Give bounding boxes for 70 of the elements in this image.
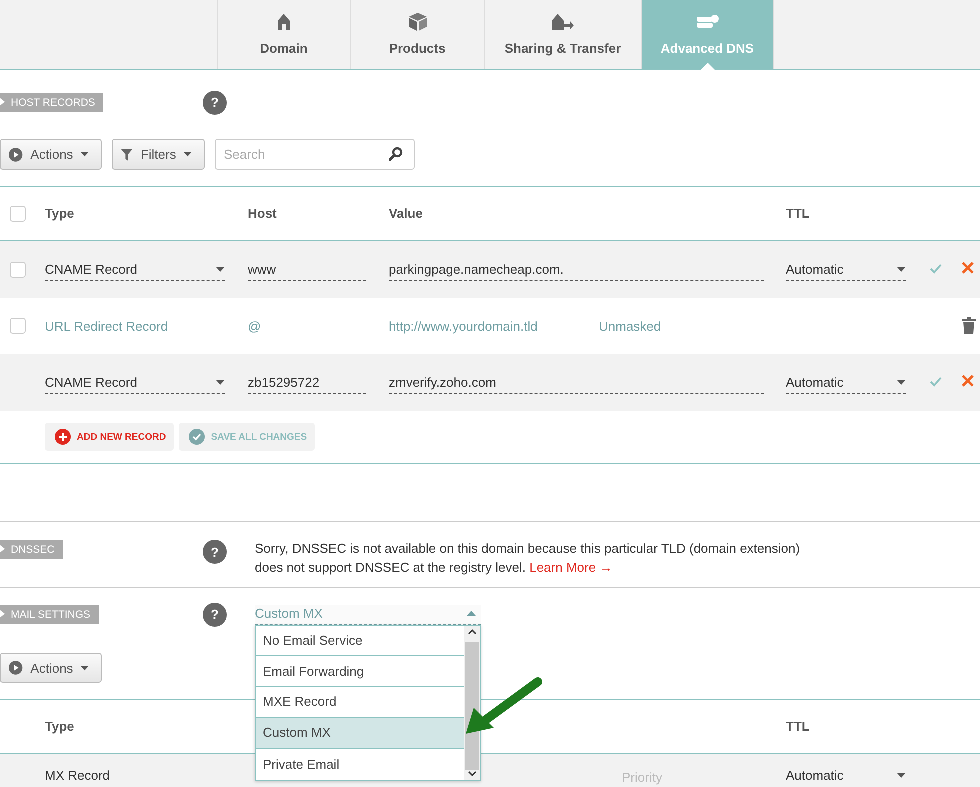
column-header: Type <box>45 206 76 221</box>
check-icon[interactable] <box>930 264 942 274</box>
add-record-button[interactable]: ADD NEW RECORD <box>45 423 174 451</box>
section-label: DNSSEC <box>0 540 63 559</box>
redirect-mode: Unmasked <box>599 318 662 334</box>
learn-more-link[interactable]: Learn More → <box>530 560 613 575</box>
tab[interactable]: Products <box>350 0 484 69</box>
caret-icon <box>184 152 192 157</box>
host-field[interactable]: zb15295722 <box>248 375 366 394</box>
dropdown-option[interactable]: Custom MX <box>256 718 464 749</box>
ttl-dropdown[interactable]: Automatic <box>786 262 906 281</box>
scroll-up-icon[interactable] <box>468 628 476 634</box>
caret-icon <box>216 267 225 272</box>
host-field[interactable]: www <box>248 262 366 281</box>
dropdown-option[interactable]: MXE Record <box>256 687 464 718</box>
check-circle-icon <box>189 429 206 445</box>
dropdown-option[interactable]: No Email Service <box>256 626 464 656</box>
check-icon[interactable] <box>930 377 942 387</box>
caret-icon <box>216 380 225 385</box>
box-icon <box>408 12 428 32</box>
column-header: Host <box>248 206 278 221</box>
server-icon <box>696 14 720 30</box>
checkbox[interactable] <box>10 262 26 278</box>
record-value: http://www.yourdomain.tld <box>389 318 539 334</box>
record-type: URL Redirect Record <box>45 318 170 334</box>
search-field[interactable]: Search <box>215 139 415 170</box>
actions-button[interactable]: Actions <box>0 139 102 170</box>
filters-button[interactable]: Filters <box>112 139 205 170</box>
scroll-down-icon[interactable] <box>468 770 476 776</box>
ttl-dropdown[interactable]: Automatic <box>786 375 906 394</box>
section-label: MAIL SETTINGS <box>0 605 99 624</box>
close-icon[interactable] <box>962 375 974 387</box>
actions-button[interactable]: Actions <box>0 653 102 683</box>
ttl-dropdown[interactable]: Automatic <box>786 768 906 785</box>
caret-icon <box>897 380 906 385</box>
caret-icon <box>81 152 89 157</box>
value-field[interactable]: zmverify.zoho.com <box>389 375 764 394</box>
type-dropdown[interactable]: CNAME Record <box>45 375 225 394</box>
play-icon <box>9 660 23 676</box>
dnssec-message: Sorry, DNSSEC is not available on this domain because this particular TLD (domain extension) does not support DNSSEC at the registry level. Learn More → <box>255 540 802 577</box>
search-icon <box>389 147 403 161</box>
close-icon[interactable] <box>962 262 974 274</box>
dropdown-option[interactable]: Email Forwarding <box>256 656 464 688</box>
column-header: Value <box>389 206 424 221</box>
help-icon[interactable]: ? <box>203 602 227 626</box>
tab-pointer <box>700 63 714 70</box>
play-icon <box>9 146 23 162</box>
record-type: MX Record <box>45 768 112 785</box>
house-icon <box>276 13 292 31</box>
value-field[interactable]: parkingpage.namecheap.com. <box>389 262 764 281</box>
column-header: Type <box>45 719 76 734</box>
help-icon[interactable]: ? <box>203 90 227 114</box>
house-arrow-icon <box>551 13 575 31</box>
caret-icon <box>81 666 89 670</box>
section-label: HOST RECORDS <box>0 93 104 112</box>
caret-icon <box>897 267 906 272</box>
scrollbar[interactable] <box>464 626 480 780</box>
tab[interactable]: Domain <box>217 0 350 69</box>
checkbox[interactable] <box>10 206 26 222</box>
trash-icon[interactable] <box>962 316 976 334</box>
checkbox[interactable] <box>10 318 26 334</box>
caret-icon <box>897 773 906 778</box>
plus-icon <box>55 429 71 445</box>
column-header: TTL <box>786 719 811 734</box>
caret-icon <box>467 610 476 616</box>
help-icon[interactable]: ? <box>203 540 227 564</box>
type-dropdown[interactable]: CNAME Record <box>45 262 225 281</box>
funnel-icon <box>121 148 133 162</box>
column-header: TTL <box>786 206 811 221</box>
record-host: @ <box>248 318 262 334</box>
